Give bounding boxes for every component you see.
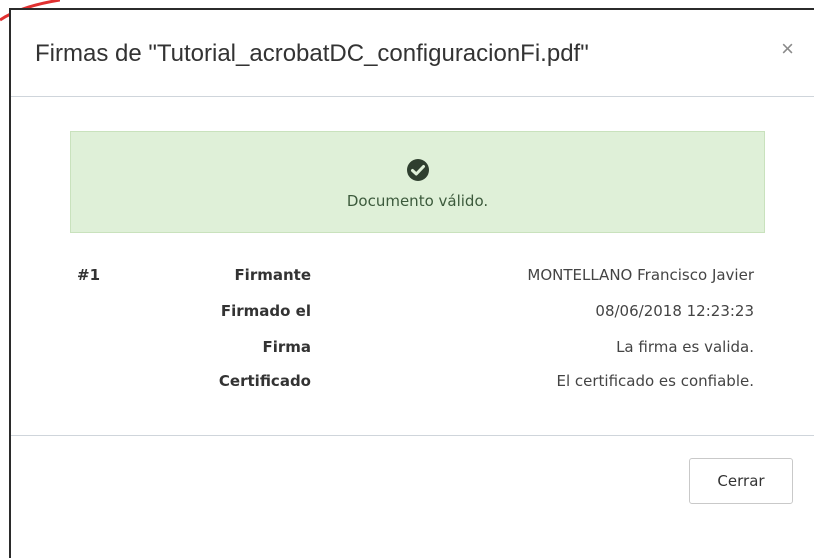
dialog-title: Firmas de "Tutorial_acrobatDC_configurac… xyxy=(35,40,589,67)
signature-index: #1 xyxy=(77,266,101,284)
dialog-footer-divider xyxy=(11,435,814,436)
dialog-header: Firmas de "Tutorial_acrobatDC_configurac… xyxy=(11,10,814,97)
field-label: Firma xyxy=(262,338,311,356)
signature-row-certificate: Certificado El certificado es confiable. xyxy=(11,372,814,396)
check-circle-icon xyxy=(407,159,429,181)
validation-alert: Documento válido. xyxy=(70,131,765,233)
field-value: El certificado es confiable. xyxy=(556,372,754,390)
field-value: La firma es valida. xyxy=(616,338,754,356)
field-label: Firmante xyxy=(234,266,311,284)
signatures-dialog: Firmas de "Tutorial_acrobatDC_configurac… xyxy=(9,8,814,558)
signature-row-signed-on: Firmado el 08/06/2018 12:23:23 xyxy=(11,302,814,326)
signature-row-signature: Firma La firma es valida. xyxy=(11,338,814,362)
field-value: 08/06/2018 12:23:23 xyxy=(595,302,754,320)
close-icon[interactable]: × xyxy=(781,38,794,60)
validation-message: Documento válido. xyxy=(346,192,489,210)
close-button[interactable]: Cerrar xyxy=(689,458,793,504)
field-value: MONTELLANO Francisco Javier xyxy=(527,266,754,284)
field-label: Certificado xyxy=(218,372,311,390)
signature-row-signer: #1 Firmante MONTELLANO Francisco Javier xyxy=(11,266,814,290)
field-label: Firmado el xyxy=(220,302,311,320)
